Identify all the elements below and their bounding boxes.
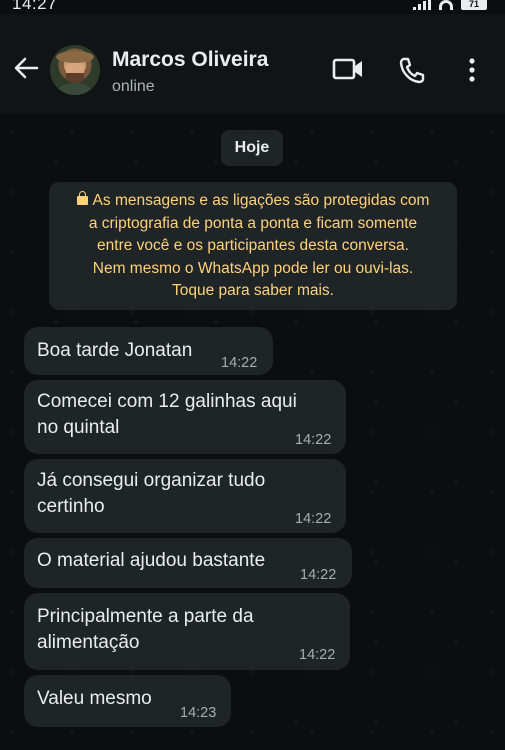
contact-name[interactable]: Marcos Oliveira (112, 48, 268, 72)
status-icons: 71 (413, 0, 487, 10)
back-arrow-icon[interactable] (12, 54, 40, 82)
message-text: alimentação (37, 632, 140, 653)
encryption-notice[interactable]: As mensagens e as ligações são protegida… (49, 182, 457, 310)
wifi-icon (439, 0, 453, 10)
avatar[interactable] (50, 45, 100, 95)
encryption-line: a criptografia de ponta a ponta e ficam … (88, 214, 418, 232)
lock-icon (76, 191, 88, 205)
message-text: Já consegui organizar tudo (37, 470, 266, 491)
chat-header: Marcos Oliveira online (0, 14, 505, 114)
message-text: Comecei com 12 galinhas aqui (37, 391, 297, 412)
contact-status: online (112, 78, 155, 95)
battery-icon: 71 (461, 0, 487, 10)
encryption-link[interactable]: Toque para saber mais. (49, 280, 457, 303)
chat-area[interactable]: Hoje As mensagens e as ligações são prot… (0, 114, 505, 750)
status-bar: 14:27 71 (0, 0, 505, 14)
message-bubble[interactable]: Comecei com 12 galinhas aqui no quintal … (24, 380, 346, 454)
message-text: O material ajudou bastante (37, 550, 266, 571)
message-time: 14:22 (295, 511, 332, 527)
status-time: 14:27 (12, 0, 58, 13)
message-bubble[interactable]: O material ajudou bastante 14:22 (24, 538, 352, 588)
message-text: certinho (37, 496, 105, 517)
signal-icon (413, 0, 431, 10)
message-time: 14:22 (300, 567, 337, 583)
message-time: 14:22 (221, 355, 258, 371)
encryption-line: Nem mesmo o WhatsApp pode ler ou ouvi-la… (92, 259, 414, 277)
message-bubble[interactable]: Principalmente a parte da alimentação 14… (24, 593, 350, 670)
message-text: no quintal (37, 417, 120, 438)
message-bubble[interactable]: Valeu mesmo 14:23 (24, 675, 231, 727)
message-text: Boa tarde Jonatan (37, 340, 193, 361)
message-time: 14:23 (180, 705, 217, 721)
video-call-icon[interactable] (332, 56, 364, 87)
voice-call-icon[interactable] (398, 56, 426, 89)
date-chip: Hoje (221, 130, 283, 166)
encryption-line: entre você e os participantes desta conv… (97, 237, 409, 254)
message-text: Valeu mesmo (37, 688, 152, 709)
message-text: Principalmente a parte da (37, 606, 254, 627)
message-bubble[interactable]: Já consegui organizar tudo certinho 14:2… (24, 459, 346, 533)
encryption-line: As mensagens e as ligações são protegida… (92, 192, 430, 209)
message-time: 14:22 (295, 432, 332, 448)
message-time: 14:22 (299, 647, 336, 663)
message-bubble[interactable]: Boa tarde Jonatan 14:22 (24, 327, 273, 375)
more-vertical-icon[interactable] (466, 56, 478, 89)
